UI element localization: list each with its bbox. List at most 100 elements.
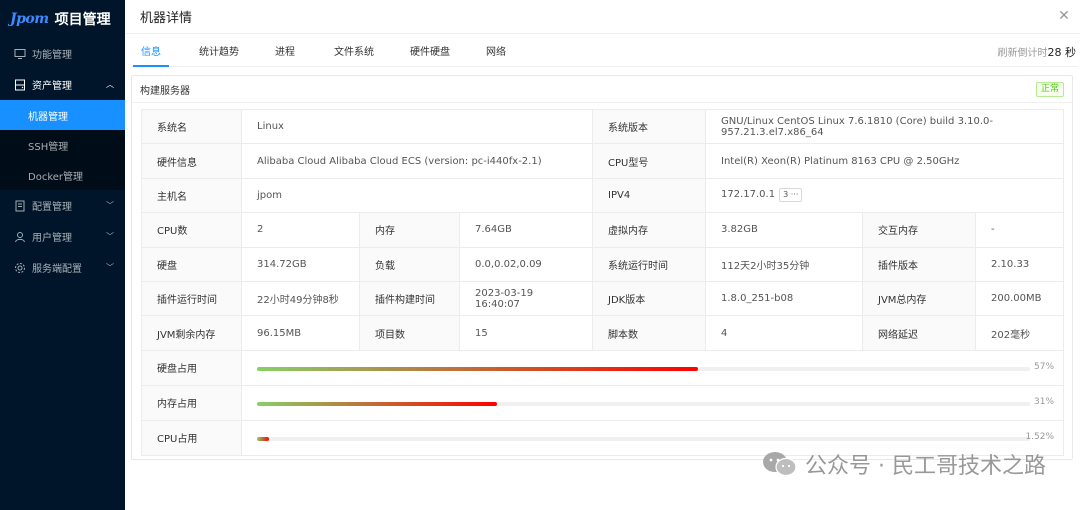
load-value: 0.0,0.02,0.09: [458, 246, 594, 282]
project-count-value: 15: [458, 315, 594, 351]
tab-filesystem[interactable]: 文件系统: [334, 38, 374, 67]
logo[interactable]: Jpom 项目管理: [0, 0, 125, 38]
plugin-version-label: 插件版本: [862, 246, 977, 282]
swap-label: 交互内存: [862, 212, 977, 248]
table-row: 内存占用 31%: [141, 384, 1065, 421]
table-row: CPU数 2 内存 7.64GB 虚拟内存 3.82GB 交互内存 -: [141, 212, 1065, 248]
jvm-total-label: JVM总内存: [862, 280, 977, 317]
disk-usage-progress: 57%: [257, 351, 1054, 385]
swap-value: -: [975, 212, 1065, 248]
sidebar-item-label: 功能管理: [32, 50, 72, 61]
watermark: 公众号 · 民工哥技术之路: [761, 448, 1046, 480]
progress-fill: [257, 366, 698, 371]
machine-info-table: 系统名 Linux 系统版本 GNU/Linux CentOS Linux 7.…: [141, 108, 1065, 456]
ipv4-value: 172.17.0.1: [721, 189, 776, 201]
close-button[interactable]: ✕: [1056, 8, 1072, 24]
plugin-build-value: 2023-03-19 16:40:07: [458, 280, 594, 317]
sidebar-item-label: 配置管理: [32, 202, 72, 213]
sidebar-item-machine[interactable]: 机器管理: [0, 100, 125, 130]
table-row: 插件运行时间 22小时49分钟8秒 插件构建时间 2023-03-19 16:4…: [141, 280, 1065, 317]
refresh-countdown: 刷新倒计时28 秒: [998, 38, 1077, 67]
script-count-value: 4: [705, 315, 864, 351]
chevron-down-icon: ﹀: [106, 262, 114, 272]
close-icon: ✕: [1058, 8, 1070, 24]
progress-track: [257, 401, 1030, 406]
latency-label: 网络延迟: [862, 315, 977, 351]
hdd-icon: [14, 79, 26, 91]
sidebar-item-ssh[interactable]: SSH管理: [0, 130, 125, 160]
sidebar-item-config[interactable]: 配置管理 ﹀: [0, 190, 125, 221]
machine-card: 构建服务器 正常 系统名 Linux 系统版本 GNU/Linux CentOS…: [131, 75, 1073, 460]
ipv4-label: IPV4: [592, 177, 707, 214]
disk-label: 硬盘: [141, 246, 242, 282]
table-row: 主机名 jpom IPV4 172.17.0.1 3 ···: [141, 177, 1065, 214]
memory-value: 7.64GB: [458, 212, 594, 248]
table-row: JVM剩余内存 96.15MB 项目数 15 脚本数 4 网络延迟 202毫秒: [141, 315, 1065, 351]
cpu-model-label: CPU型号: [592, 143, 707, 179]
cpu-count-label: CPU数: [141, 212, 242, 248]
sidebar-item-label: 服务端配置: [32, 264, 82, 275]
os-version-value: GNU/Linux CentOS Linux 7.6.1810 (Core) b…: [705, 108, 1065, 145]
sidebar-item-docker[interactable]: Docker管理: [0, 160, 125, 190]
script-count-label: 脚本数: [592, 315, 707, 351]
sidebar-subitem-label: SSH管理: [28, 141, 69, 153]
load-label: 负载: [359, 246, 460, 282]
sidebar-subitem-label: Docker管理: [28, 171, 84, 183]
sidebar: Jpom 项目管理 功能管理 资产管理 ︿ 机器管理 SSH管理 Docker管…: [0, 0, 125, 510]
status-badge: 正常: [1035, 82, 1064, 97]
sidebar-item-assets[interactable]: 资产管理 ︿: [0, 69, 125, 100]
refresh-prefix: 刷新倒计时: [997, 48, 1048, 59]
card-title: 构建服务器: [132, 76, 1072, 103]
logo-text: 项目管理: [54, 12, 111, 28]
plugin-build-label: 插件构建时间: [359, 280, 460, 317]
tab-stats-trend[interactable]: 统计趋势: [199, 38, 239, 67]
settings-doc-icon: [14, 200, 26, 212]
tab-hardware-disk[interactable]: 硬件硬盘: [410, 38, 450, 67]
sidebar-item-function[interactable]: 功能管理: [0, 38, 125, 69]
tab-info[interactable]: 信息: [141, 38, 161, 67]
table-row: 硬件信息 Alibaba Cloud Alibaba Cloud ECS (ve…: [141, 143, 1065, 179]
tabs-bar: 信息 统计趋势 进程 文件系统 硬件硬盘 网络 刷新倒计时28 秒: [131, 38, 1078, 67]
hostname-value: jpom: [240, 177, 594, 214]
progress-text: 57%: [1034, 361, 1055, 372]
sidebar-item-users[interactable]: 用户管理 ﹀: [0, 221, 125, 252]
jvm-free-label: JVM剩余内存: [141, 315, 242, 351]
chevron-down-icon: ﹀: [106, 200, 114, 210]
tab-process[interactable]: 进程: [275, 38, 295, 67]
virtual-memory-value: 3.82GB: [705, 212, 864, 248]
plugin-version-value: 2.10.33: [975, 246, 1065, 282]
progress-fill: [257, 436, 269, 441]
jvm-free-value: 96.15MB: [241, 315, 360, 351]
monitor-icon: [14, 48, 26, 60]
chevron-down-icon: ﹀: [106, 231, 114, 241]
cpu-usage-label: CPU占用: [141, 419, 242, 456]
table-row: 系统名 Linux 系统版本 GNU/Linux CentOS Linux 7.…: [141, 108, 1065, 145]
refresh-suffix: 秒: [1061, 46, 1076, 59]
jdk-value: 1.8.0_251-b08: [705, 280, 864, 317]
tab-active-indicator: [133, 65, 169, 67]
cpu-model-value: Intel(R) Xeon(R) Platinum 8163 CPU @ 2.5…: [705, 143, 1065, 179]
assets-submenu: 机器管理 SSH管理 Docker管理: [0, 100, 125, 190]
sidebar-item-server-config[interactable]: 服务端配置 ﹀: [0, 252, 125, 283]
memory-usage-cell: 31%: [240, 384, 1065, 421]
os-name-value: Linux: [240, 108, 594, 145]
progress-text: 31%: [1034, 396, 1055, 407]
machine-detail-drawer: 机器详情 ✕ 信息 统计趋势 进程 文件系统 硬件硬盘 网络 刷新倒计时28 秒…: [125, 0, 1080, 510]
latency-value: 202毫秒: [975, 315, 1065, 351]
disk-usage-label: 硬盘占用: [141, 349, 242, 386]
tab-network[interactable]: 网络: [486, 38, 506, 67]
ipv4-more-tag[interactable]: 3 ···: [779, 188, 803, 203]
memory-label: 内存: [359, 212, 460, 248]
hardware-value: Alibaba Cloud Alibaba Cloud ECS (version…: [240, 143, 594, 179]
ipv4-cell: 172.17.0.1 3 ···: [705, 177, 1065, 214]
progress-track: [257, 366, 1030, 371]
memory-usage-label: 内存占用: [141, 384, 242, 421]
disk-usage-cell: 57%: [240, 349, 1065, 386]
sidebar-item-label: 资产管理: [32, 81, 72, 92]
progress-track: [257, 436, 1030, 441]
drawer-header: 机器详情: [125, 0, 1080, 34]
disk-value: 314.72GB: [241, 246, 360, 282]
drawer-title: 机器详情: [140, 11, 193, 26]
sidebar-subitem-label: 机器管理: [28, 111, 68, 123]
chevron-up-icon: ︿: [106, 79, 114, 89]
